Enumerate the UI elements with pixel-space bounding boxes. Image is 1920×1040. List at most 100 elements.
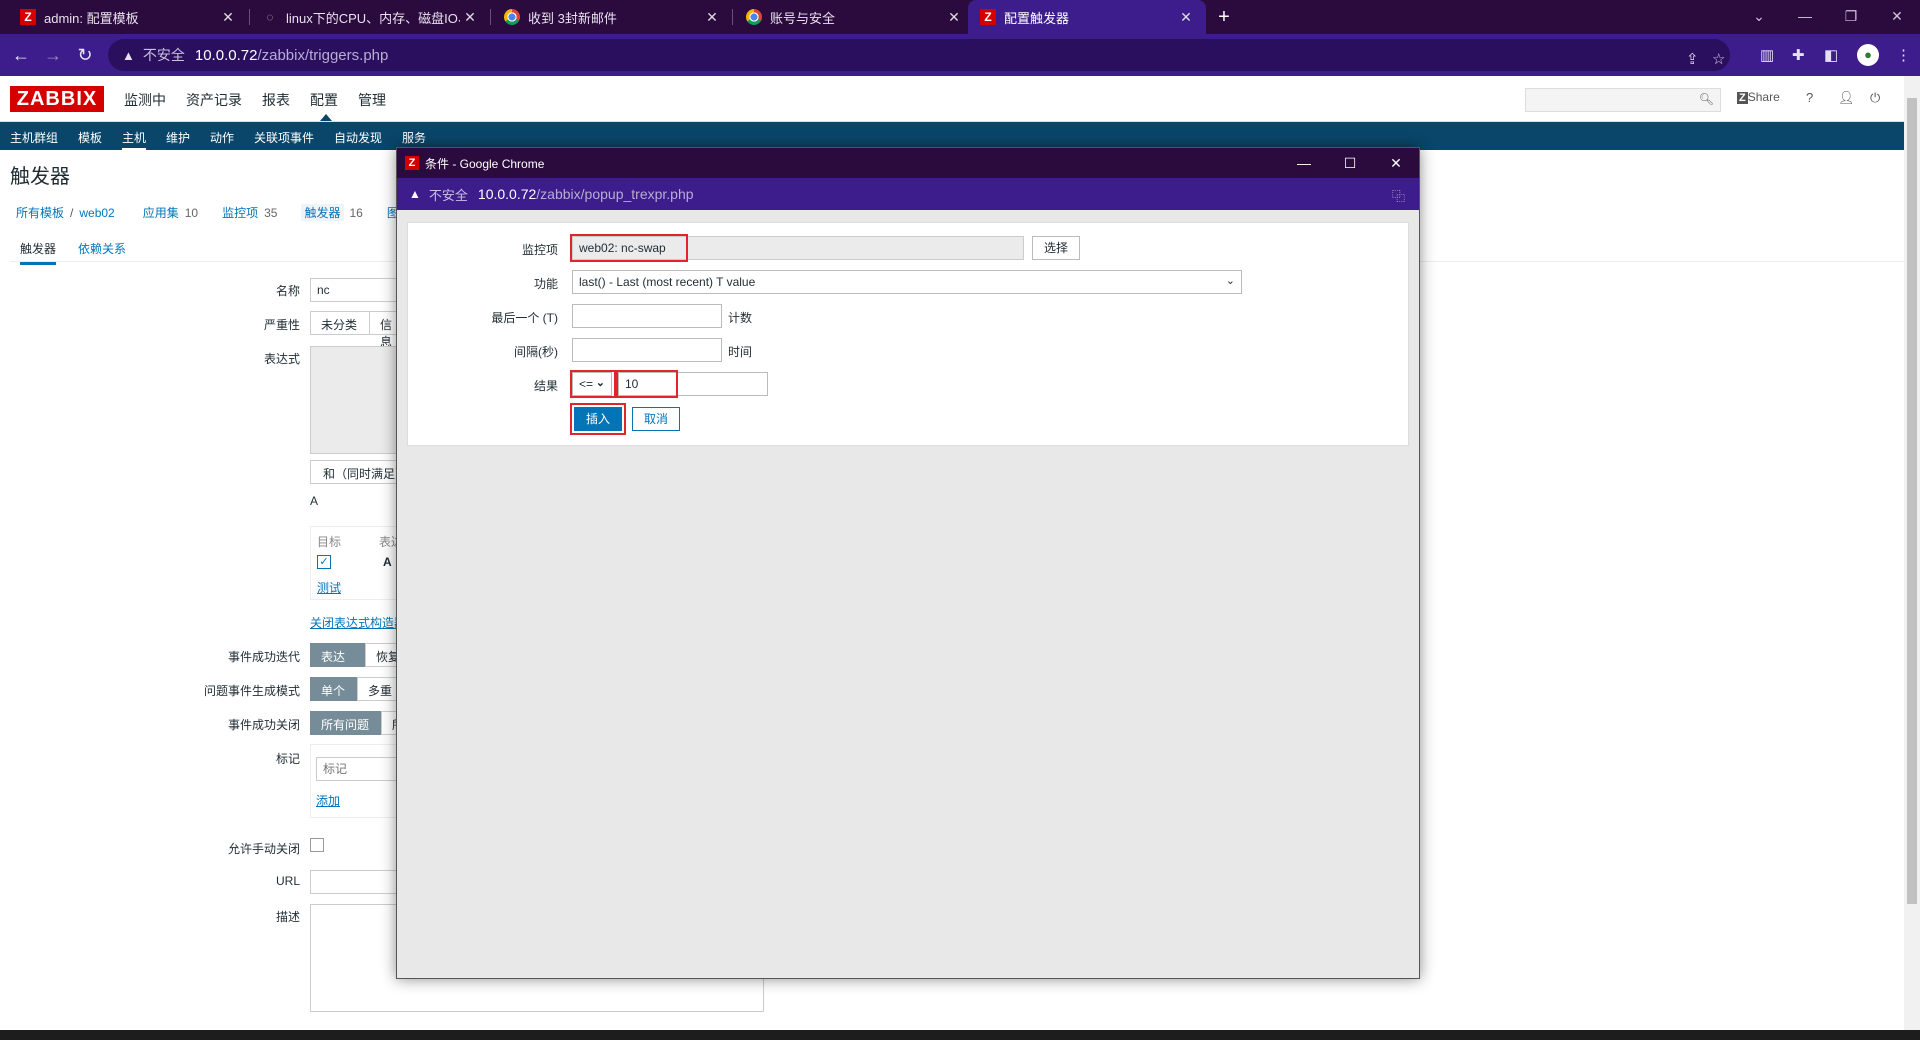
function-select[interactable]: last() - Last (most recent) T value ⌄ xyxy=(572,270,1242,294)
close-expression-builder-link[interactable]: 关闭表达式构造器 xyxy=(310,614,400,631)
popup-address-bar[interactable]: ▲ 不安全 10.0.0.72/zabbix/popup_trexpr.php … xyxy=(397,178,1419,210)
tags-label: 标记 xyxy=(275,752,300,766)
url-label: URL xyxy=(275,874,300,888)
close-icon[interactable]: ✕ xyxy=(218,9,238,26)
user-profile-icon[interactable]: 👤︎ xyxy=(1838,90,1855,106)
menu-reports[interactable]: 报表 xyxy=(262,90,290,110)
tab-title: admin: 配置模板 xyxy=(44,10,139,26)
menu-monitoring[interactable]: 监测中 xyxy=(124,90,166,110)
forward-icon[interactable]: → xyxy=(40,42,66,68)
close-icon[interactable]: ✕ xyxy=(1176,9,1196,26)
bookmark-star-icon[interactable]: ☆ xyxy=(1712,50,1725,68)
maximize-icon[interactable]: ☐ xyxy=(1327,148,1373,178)
breadcrumb-items[interactable]: 监控项 xyxy=(222,204,258,221)
back-icon[interactable]: ← xyxy=(8,42,34,68)
logout-icon[interactable]: ⏻ xyxy=(1870,90,1880,106)
severity-option[interactable]: 未分类 xyxy=(310,311,370,335)
expression-textarea[interactable] xyxy=(310,346,400,454)
interval-input[interactable] xyxy=(572,338,722,362)
name-label: 名称 xyxy=(275,284,300,298)
cancel-button[interactable]: 取消 xyxy=(632,407,680,431)
help-icon[interactable]: ? xyxy=(1806,90,1813,105)
submenu-services[interactable]: 服务 xyxy=(402,129,426,146)
extensions-icon[interactable]: ✚ xyxy=(1792,46,1805,64)
submenu-correlation[interactable]: 关联项事件 xyxy=(254,129,314,146)
expression-letter: A xyxy=(310,494,319,508)
reload-icon[interactable]: ↻ xyxy=(72,42,98,68)
close-window-icon[interactable]: ✕ xyxy=(1373,148,1419,178)
warning-icon: ▲ xyxy=(409,187,421,201)
submenu-host-groups[interactable]: 主机群组 xyxy=(10,129,58,146)
applications-count: 10 xyxy=(184,205,199,220)
share-link[interactable]: Z Share xyxy=(1737,90,1780,104)
zabbix-logo[interactable]: ZABBIX xyxy=(10,86,104,112)
close-icon[interactable]: ✕ xyxy=(460,9,480,26)
close-icon[interactable]: ✕ xyxy=(944,9,964,26)
tab-dependencies[interactable]: 依赖关系 xyxy=(78,240,126,257)
share-icon[interactable]: ⇪ xyxy=(1686,50,1699,68)
name-input[interactable]: nc xyxy=(310,278,400,302)
chrome-icon xyxy=(504,9,520,25)
severity-label: 严重性 xyxy=(263,318,300,332)
profile-avatar[interactable]: ● xyxy=(1857,44,1879,66)
last-t-label: 最后一个 (T) xyxy=(491,311,558,325)
breadcrumb-applications[interactable]: 应用集 xyxy=(143,204,179,221)
tab-trigger[interactable]: 触发器 xyxy=(20,240,57,265)
url-host: 10.0.0.72 xyxy=(477,186,537,202)
browser-toolbar: ← → ↻ ▲ 不安全 10.0.0.72/zabbix/triggers.ph… xyxy=(0,34,1920,76)
browser-tab-active[interactable]: Z 配置触发器 ✕ xyxy=(968,0,1206,34)
close-window-icon[interactable]: ✕ xyxy=(1874,0,1920,34)
problem-mode-single[interactable]: 单个 xyxy=(310,677,358,701)
interval-unit: 时间 xyxy=(728,345,753,359)
select-button[interactable]: 选择 xyxy=(1032,236,1080,260)
browser-tab[interactable]: Z admin: 配置模板 ✕ xyxy=(8,0,248,34)
breadcrumb-triggers[interactable]: 触发器 xyxy=(301,204,344,221)
tag-input[interactable] xyxy=(316,757,400,781)
add-tag-link[interactable]: 添加 xyxy=(316,792,340,809)
menu-administration[interactable]: 管理 xyxy=(358,90,386,110)
submenu-hosts[interactable]: 主机 xyxy=(122,129,147,150)
menu-kebab-icon[interactable]: ⋮ xyxy=(1896,46,1911,64)
search-icon[interactable]: 🔍︎ xyxy=(1699,92,1714,106)
menu-inventory[interactable]: 资产记录 xyxy=(186,90,242,110)
target-checkbox[interactable]: ✓ xyxy=(317,555,331,569)
breadcrumb-all-templates[interactable]: 所有模板 xyxy=(16,204,64,221)
popup-title-bar: Z 条件 - Google Chrome — ☐ ✕ xyxy=(397,148,1419,178)
menu-configuration[interactable]: 配置 xyxy=(310,90,338,110)
translate-icon[interactable]: ⿻ xyxy=(1392,186,1405,205)
ok-event-option-selected[interactable]: 表达式 xyxy=(310,643,366,681)
close-icon[interactable]: ✕ xyxy=(702,9,722,26)
submenu-actions[interactable]: 动作 xyxy=(210,129,234,146)
chevron-down-icon: ⌄ xyxy=(1225,275,1235,287)
highlight-box xyxy=(570,403,626,435)
and-button[interactable]: 和（同时满足） xyxy=(310,460,410,484)
highlight-box xyxy=(570,234,688,262)
allow-manual-close-checkbox[interactable] xyxy=(310,838,324,852)
ok-event-closes-label: 事件成功关闭 xyxy=(227,718,300,732)
submenu-discovery[interactable]: 自动发现 xyxy=(334,129,382,146)
ok-close-all-problems[interactable]: 所有问题 xyxy=(310,711,382,735)
breadcrumb-host[interactable]: web02 xyxy=(79,206,114,220)
browser-tab[interactable]: 收到 3封新邮件 ✕ xyxy=(492,0,732,34)
global-search-input[interactable]: 🔍︎ xyxy=(1525,88,1721,112)
browser-tab[interactable]: ◌ linux下的CPU、内存、磁盘IO、 ✕ xyxy=(250,0,490,34)
last-t-input[interactable] xyxy=(572,304,722,328)
page-scrollbar-thumb[interactable] xyxy=(1907,98,1917,904)
selected-menu-marker xyxy=(320,114,332,121)
browser-tab[interactable]: 账号与安全 ✕ xyxy=(734,0,974,34)
allow-manual-close-label: 允许手动关闭 xyxy=(227,842,300,856)
new-tab-button[interactable]: + xyxy=(1210,4,1238,30)
address-bar[interactable]: ▲ 不安全 10.0.0.72/zabbix/triggers.php ⇪ ☆ xyxy=(108,39,1730,71)
breadcrumb-separator: / xyxy=(70,205,74,220)
url-input[interactable] xyxy=(310,870,400,894)
submenu-maintenance[interactable]: 维护 xyxy=(166,129,190,146)
function-label: 功能 xyxy=(533,277,558,291)
minimize-icon[interactable]: — xyxy=(1281,148,1327,178)
side-panel-icon[interactable]: ◧ xyxy=(1824,46,1838,64)
restore-icon[interactable]: ❐ xyxy=(1828,0,1874,34)
minimize-icon[interactable]: — xyxy=(1782,0,1828,34)
reading-list-icon[interactable]: ▥ xyxy=(1760,46,1774,64)
test-link[interactable]: 测试 xyxy=(317,579,341,596)
submenu-templates[interactable]: 模板 xyxy=(78,129,102,146)
tab-search-icon[interactable]: ⌄ xyxy=(1736,0,1782,34)
